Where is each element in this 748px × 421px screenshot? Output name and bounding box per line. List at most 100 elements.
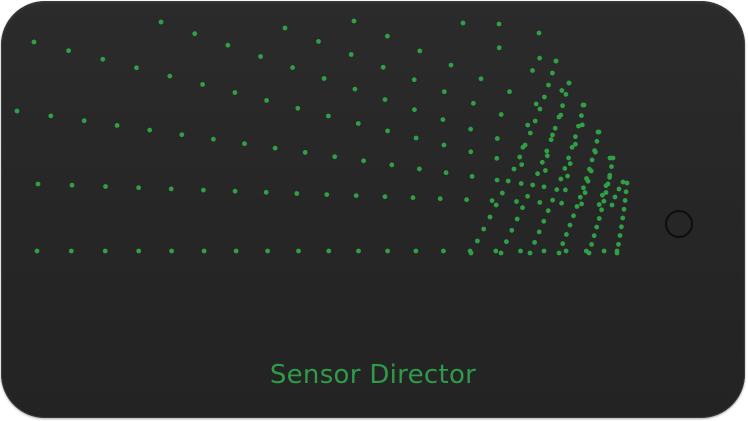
pattern-dot [412, 107, 417, 113]
pattern-dot [554, 187, 560, 193]
pattern-dot [498, 250, 504, 256]
home-button[interactable] [665, 210, 693, 238]
pattern-dot [103, 184, 108, 189]
pattern-dot [494, 136, 500, 141]
pattern-dot [509, 227, 515, 233]
pattern-dot [605, 181, 611, 187]
pattern-dot [282, 25, 288, 31]
pattern-dot [380, 64, 386, 70]
brand-label: Sensor Director [269, 360, 477, 390]
pattern-dot [617, 233, 623, 238]
pattern-dot [361, 158, 366, 164]
pattern-dot [382, 194, 388, 200]
pattern-dot [410, 195, 416, 201]
pattern-dot [158, 19, 164, 25]
pattern-dot [594, 138, 600, 144]
pattern-dot [147, 127, 153, 133]
pattern-dot [525, 122, 531, 128]
pattern-dot [560, 241, 566, 247]
pattern-dot [385, 128, 390, 134]
pattern-dot [499, 190, 505, 196]
pattern-dot [290, 65, 295, 70]
pattern-dot [468, 250, 474, 256]
pattern-dot [596, 129, 602, 135]
pattern-dot [614, 250, 620, 256]
pattern-dot [294, 191, 300, 196]
pattern-dot [589, 157, 595, 163]
pattern-dot [571, 213, 576, 219]
pattern-dot [385, 248, 390, 254]
pattern-dot [609, 164, 614, 170]
pattern-dot [168, 186, 174, 192]
pattern-dot [530, 68, 535, 73]
pattern-dot [609, 202, 615, 208]
pattern-dot [548, 137, 554, 143]
pattern-dot [556, 114, 562, 120]
pattern-dot [621, 206, 627, 212]
pattern-dot [601, 248, 607, 254]
pattern-dot [66, 48, 71, 54]
dot-pattern [14, 18, 630, 256]
pattern-dot [496, 21, 502, 27]
pattern-dot [533, 101, 539, 107]
pattern-dot [527, 130, 533, 136]
pattern-dot [481, 226, 487, 232]
pattern-dot [518, 248, 523, 254]
pattern-dot [460, 20, 466, 26]
pattern-dot [48, 113, 54, 119]
pattern-dot [607, 172, 613, 178]
pattern-dot [192, 31, 198, 37]
pattern-dot [536, 30, 542, 36]
pattern-dot [211, 136, 216, 142]
pattern-dot [514, 216, 520, 222]
pattern-dot [324, 192, 330, 198]
pattern-dot [493, 202, 499, 208]
pattern-dot [232, 188, 238, 194]
pattern-dot [316, 39, 321, 44]
pattern-dot [537, 55, 542, 61]
pattern-dot [565, 173, 570, 179]
pattern-dot [487, 214, 493, 220]
pattern-dot [589, 242, 594, 247]
pattern-dot [201, 248, 207, 254]
pattern-dot [559, 88, 565, 93]
pattern-dot [603, 190, 609, 195]
pattern-dot [448, 62, 454, 68]
pattern-dot [579, 113, 584, 118]
pattern-dot [179, 132, 185, 138]
pattern-dot [591, 233, 597, 239]
pattern-dot [348, 52, 354, 57]
pattern-dot [353, 193, 359, 199]
pattern-dot [498, 112, 504, 117]
pattern-dot [518, 181, 524, 186]
pattern-dot [563, 248, 569, 254]
pattern-dot [539, 159, 545, 165]
pattern-dot [517, 154, 523, 160]
pattern-dot [545, 208, 551, 214]
pattern-dot [612, 194, 618, 200]
pattern-dot [594, 224, 600, 230]
pattern-dot [582, 190, 588, 196]
pattern-dot [544, 153, 550, 159]
pattern-dot [136, 185, 142, 191]
pattern-dot [532, 118, 538, 124]
pattern-dot [559, 200, 564, 206]
pattern-dot [622, 198, 628, 203]
pattern-dot [616, 186, 622, 192]
pattern-dot [620, 215, 626, 221]
pattern-dot [592, 148, 597, 154]
pattern-dot [265, 248, 270, 254]
pattern-dot [355, 121, 361, 126]
pattern-dot [242, 141, 247, 147]
pattern-dot [546, 82, 551, 88]
pattern-dot [35, 181, 41, 187]
pattern-dot [352, 86, 358, 92]
pattern-dot [489, 198, 495, 204]
pattern-dot [536, 229, 542, 235]
pattern-dot [440, 117, 446, 122]
pattern-dot [535, 171, 540, 177]
pattern-dot [385, 33, 390, 39]
pattern-dot [494, 155, 500, 161]
pattern-dot [530, 182, 536, 188]
pattern-dot [136, 248, 142, 254]
